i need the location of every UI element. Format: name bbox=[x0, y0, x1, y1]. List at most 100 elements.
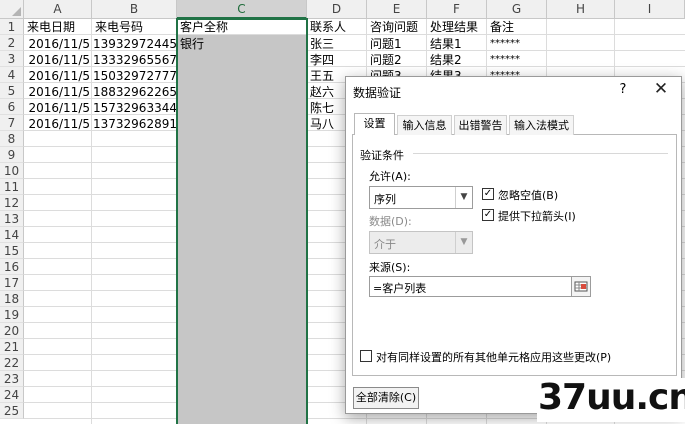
close-icon[interactable]: ✕ bbox=[652, 79, 670, 99]
row-header-20[interactable]: 20 bbox=[0, 323, 24, 339]
column-header-f[interactable]: F bbox=[427, 0, 487, 19]
tab-settings[interactable]: 设置 bbox=[354, 113, 395, 136]
checkmark-icon: ✓ bbox=[483, 188, 493, 199]
validation-criteria-label: 验证条件 bbox=[360, 149, 404, 162]
clear-all-button[interactable]: 全部清除(C) bbox=[353, 387, 419, 409]
settings-panel: 验证条件 允许(A): 序列 ▼ ✓ 忽略空值(B) ✓ 提供下拉箭头(I) 数… bbox=[352, 135, 677, 376]
row-header-12[interactable]: 12 bbox=[0, 195, 24, 211]
allow-dropdown[interactable]: 序列 ▼ bbox=[369, 186, 473, 209]
column-header-i[interactable]: I bbox=[615, 0, 685, 19]
cell-a3[interactable]: 2016/11/5 bbox=[25, 52, 90, 68]
data-value: 介于 bbox=[374, 238, 396, 251]
row-header-8[interactable]: 8 bbox=[0, 131, 24, 147]
row-header-18[interactable]: 18 bbox=[0, 291, 24, 307]
data-label: 数据(D): bbox=[369, 215, 412, 228]
apply-all-checkbox[interactable] bbox=[360, 350, 372, 362]
column-header-b[interactable]: B bbox=[92, 0, 177, 19]
column-header-g[interactable]: G bbox=[487, 0, 547, 19]
row-header-10[interactable]: 10 bbox=[0, 163, 24, 179]
tab-ime-mode[interactable]: 输入法模式 bbox=[509, 115, 574, 135]
chevron-down-icon: ▼ bbox=[455, 187, 472, 208]
cell-d1[interactable]: 联系人 bbox=[310, 19, 366, 35]
cell-b6[interactable]: 15732963344 bbox=[93, 100, 176, 116]
column-gridline bbox=[91, 19, 92, 424]
cell-b4[interactable]: 15032972777 bbox=[93, 68, 176, 84]
cell-b2[interactable]: 13932972445 bbox=[93, 36, 176, 52]
selection-border bbox=[176, 18, 308, 424]
row-header-7[interactable]: 7 bbox=[0, 115, 24, 131]
row-header-2[interactable]: 2 bbox=[0, 35, 24, 51]
cell-a5[interactable]: 2016/11/5 bbox=[25, 84, 90, 100]
cell-a7[interactable]: 2016/11/5 bbox=[25, 116, 90, 132]
row-header-1[interactable]: 1 bbox=[0, 19, 24, 35]
row-header-19[interactable]: 19 bbox=[0, 307, 24, 323]
cell-e1[interactable]: 咨询问题 bbox=[370, 19, 426, 35]
allow-value: 序列 bbox=[374, 193, 396, 206]
apply-all-label: 对有同样设置的所有其他单元格应用这些更改(P) bbox=[376, 351, 612, 364]
cell-a2[interactable]: 2016/11/5 bbox=[25, 36, 90, 52]
row-header-17[interactable]: 17 bbox=[0, 275, 24, 291]
row-header-22[interactable]: 22 bbox=[0, 355, 24, 371]
cell-e3[interactable]: 问题2 bbox=[370, 52, 426, 68]
row-header-4[interactable]: 4 bbox=[0, 67, 24, 83]
cell-c1[interactable]: 客户全称 bbox=[180, 19, 300, 35]
cell-b7[interactable]: 13732962891 bbox=[93, 116, 176, 132]
data-dropdown: 介于 ▼ bbox=[369, 231, 473, 254]
column-header-c[interactable]: C bbox=[177, 0, 307, 19]
data-validation-dialog: 数据验证 ? ✕ 设置 输入信息 出错警告 输入法模式 验证条件 允许(A): … bbox=[345, 76, 682, 414]
in-cell-dropdown-label: 提供下拉箭头(I) bbox=[498, 210, 576, 223]
spreadsheet: A B C D E F G H I 1 2 3 4 5 6 7 8 9 10 11 12 13 14 15 1… bbox=[0, 0, 685, 424]
column-header-e[interactable]: E bbox=[367, 0, 427, 19]
cell-a4[interactable]: 2016/11/5 bbox=[25, 68, 90, 84]
row-header-25[interactable]: 25 bbox=[0, 403, 24, 419]
column-header-h[interactable]: H bbox=[547, 0, 615, 19]
dialog-title: 数据验证 bbox=[353, 86, 402, 100]
select-all-corner[interactable] bbox=[0, 0, 24, 19]
group-divider bbox=[413, 153, 668, 154]
cell-g2[interactable]: ****** bbox=[490, 36, 546, 52]
allow-label: 允许(A): bbox=[369, 170, 411, 183]
row-header-15[interactable]: 15 bbox=[0, 243, 24, 259]
row-header-21[interactable]: 21 bbox=[0, 339, 24, 355]
row-header-23[interactable]: 23 bbox=[0, 371, 24, 387]
ignore-blank-checkbox[interactable]: ✓ bbox=[482, 188, 494, 200]
row-header-13[interactable]: 13 bbox=[0, 211, 24, 227]
range-picker-icon bbox=[574, 281, 588, 292]
cell-e2[interactable]: 问题1 bbox=[370, 36, 426, 52]
source-label: 来源(S): bbox=[369, 261, 411, 274]
ignore-blank-label: 忽略空值(B) bbox=[498, 189, 559, 202]
cell-d3[interactable]: 李四 bbox=[310, 52, 366, 68]
row-header-9[interactable]: 9 bbox=[0, 147, 24, 163]
checkmark-icon: ✓ bbox=[483, 209, 493, 220]
cell-b3[interactable]: 13332965567 bbox=[93, 52, 176, 68]
row-header-14[interactable]: 14 bbox=[0, 227, 24, 243]
tab-error-alert[interactable]: 出错警告 bbox=[454, 115, 507, 135]
chevron-down-icon: ▼ bbox=[455, 232, 472, 253]
cell-f3[interactable]: 结果2 bbox=[430, 52, 486, 68]
help-icon[interactable]: ? bbox=[616, 82, 630, 97]
cell-g3[interactable]: ****** bbox=[490, 52, 546, 68]
row-header-11[interactable]: 11 bbox=[0, 179, 24, 195]
cell-b1[interactable]: 来电号码 bbox=[95, 19, 175, 35]
row-header-24[interactable]: 24 bbox=[0, 387, 24, 403]
in-cell-dropdown-checkbox[interactable]: ✓ bbox=[482, 209, 494, 221]
watermark-logo: 37uu.cn bbox=[538, 377, 685, 418]
cell-f1[interactable]: 处理结果 bbox=[430, 19, 486, 35]
row-header-16[interactable]: 16 bbox=[0, 259, 24, 275]
tab-input-message[interactable]: 输入信息 bbox=[397, 115, 452, 135]
collapse-range-button[interactable] bbox=[571, 276, 591, 297]
cell-g1[interactable]: 备注 bbox=[490, 19, 546, 35]
column-header-d[interactable]: D bbox=[307, 0, 367, 19]
cell-c2[interactable]: 银行 bbox=[180, 36, 300, 52]
cell-a1[interactable]: 来电日期 bbox=[27, 19, 91, 35]
source-input[interactable]: =客户列表 bbox=[369, 276, 587, 297]
dialog-tabs: 设置 输入信息 出错警告 输入法模式 bbox=[352, 113, 677, 136]
row-header-3[interactable]: 3 bbox=[0, 51, 24, 67]
cell-d2[interactable]: 张三 bbox=[310, 36, 366, 52]
cell-a6[interactable]: 2016/11/5 bbox=[25, 100, 90, 116]
cell-f2[interactable]: 结果1 bbox=[430, 36, 486, 52]
cell-b5[interactable]: 18832962265 bbox=[93, 84, 176, 100]
row-header-6[interactable]: 6 bbox=[0, 99, 24, 115]
column-header-a[interactable]: A bbox=[24, 0, 92, 19]
row-header-5[interactable]: 5 bbox=[0, 83, 24, 99]
